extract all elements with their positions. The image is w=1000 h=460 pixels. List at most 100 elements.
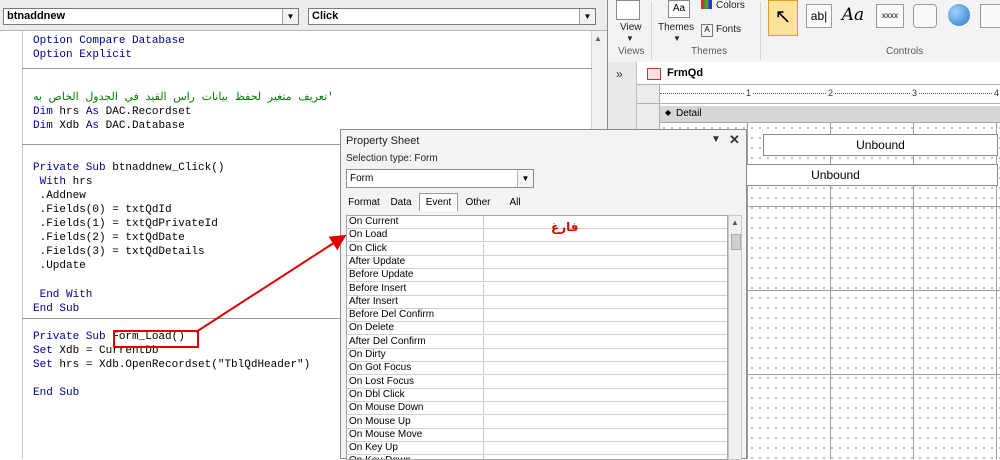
horizontal-ruler: 1 2 3 4 bbox=[660, 85, 1000, 104]
themes-button[interactable]: Themes bbox=[658, 22, 694, 33]
vba-toolbar: btnaddnew ▼ Click ▼ bbox=[0, 0, 607, 31]
tab-other[interactable]: Other bbox=[460, 193, 496, 211]
document-tab[interactable]: FrmQd bbox=[637, 62, 1000, 85]
selection-type: Selection type: Form bbox=[346, 153, 438, 164]
property-row[interactable]: Before Update bbox=[347, 269, 727, 283]
form-load-highlight bbox=[113, 330, 199, 348]
procedure-separator bbox=[22, 68, 592, 69]
scroll-up-icon[interactable]: ▲ bbox=[594, 34, 602, 43]
chevron-down-icon[interactable]: ▼ bbox=[579, 9, 595, 24]
object-combo[interactable]: btnaddnew ▼ bbox=[3, 8, 299, 25]
property-row[interactable]: On Key Up bbox=[347, 442, 727, 456]
tab-event[interactable]: Event bbox=[419, 193, 458, 211]
colors-icon[interactable] bbox=[701, 0, 712, 9]
property-row[interactable]: After Update bbox=[347, 255, 727, 269]
chevron-down-icon[interactable]: ▼ bbox=[282, 9, 298, 24]
unbound-textbox[interactable]: Unbound bbox=[763, 134, 998, 156]
property-name: On Key Up bbox=[349, 442, 484, 455]
themes-icon[interactable]: Aa bbox=[668, 0, 690, 18]
property-name: After Insert bbox=[349, 295, 484, 308]
property-row[interactable]: On Load bbox=[347, 229, 727, 243]
chevron-down-icon[interactable]: ▼ bbox=[517, 170, 533, 187]
property-name: On Load bbox=[349, 229, 484, 242]
code-line: .Fields(3) = txtQdDetails bbox=[33, 246, 205, 258]
select-pointer-icon[interactable]: ↖ bbox=[768, 0, 798, 36]
web-browser-control-icon[interactable] bbox=[980, 4, 1000, 28]
scroll-thumb[interactable] bbox=[731, 234, 741, 250]
tab-control-icon[interactable] bbox=[913, 4, 937, 28]
code-line: Option Compare Database bbox=[33, 35, 185, 47]
expand-chevron-icon[interactable]: » bbox=[616, 67, 623, 81]
tab-data[interactable]: Data bbox=[386, 193, 416, 211]
property-name: On Key Down bbox=[349, 455, 484, 459]
hyperlink-globe-icon[interactable] bbox=[948, 4, 970, 26]
property-name: On Click bbox=[349, 242, 484, 255]
detail-label: Detail bbox=[676, 108, 702, 119]
property-row[interactable]: On Key Down bbox=[347, 455, 727, 459]
property-row[interactable]: On Mouse Move bbox=[347, 428, 727, 442]
controls-group-label: Controls bbox=[886, 46, 924, 57]
property-row[interactable]: After Insert bbox=[347, 295, 727, 309]
code-line: Private Sub btnaddnew_Click() bbox=[33, 162, 225, 174]
detail-section-bar[interactable]: ◆ Detail bbox=[660, 106, 1000, 123]
annotation-empty: فارغ bbox=[551, 220, 579, 234]
form-selector[interactable] bbox=[637, 85, 660, 104]
form-icon bbox=[647, 68, 661, 80]
property-row[interactable]: After Del Confirm bbox=[347, 335, 727, 349]
property-row[interactable]: On Current bbox=[347, 216, 727, 229]
group-divider bbox=[651, 2, 652, 60]
chevron-down-icon[interactable]: ▼ bbox=[626, 34, 634, 43]
chevron-down-icon[interactable]: ▼ bbox=[673, 34, 681, 43]
code-line: End Sub bbox=[33, 303, 80, 315]
close-icon[interactable]: ✕ bbox=[729, 132, 740, 148]
colors-button[interactable]: Colors bbox=[716, 0, 745, 11]
property-name: On Mouse Move bbox=[349, 428, 484, 441]
property-row[interactable]: On Dbl Click bbox=[347, 388, 727, 402]
ruler-mark: 1 bbox=[745, 88, 753, 98]
property-scrollbar[interactable]: ▲ bbox=[728, 215, 742, 460]
section-icon: ◆ bbox=[665, 108, 672, 117]
code-line: .Fields(2) = txtQdDate bbox=[33, 232, 185, 244]
view-button[interactable]: View bbox=[620, 22, 642, 33]
property-name: On Mouse Up bbox=[349, 415, 484, 428]
textbox-control-icon[interactable]: ab| bbox=[806, 4, 832, 28]
procedure-combo[interactable]: Click ▼ bbox=[308, 8, 596, 25]
selection-combo[interactable]: Form ▼ bbox=[346, 169, 534, 188]
property-name: On Dbl Click bbox=[349, 388, 484, 401]
group-divider bbox=[760, 2, 761, 60]
property-row[interactable]: On Delete bbox=[347, 322, 727, 336]
views-group-label: Views bbox=[618, 46, 645, 57]
property-name: Before Insert bbox=[349, 282, 484, 295]
property-name: On Current bbox=[349, 216, 484, 228]
code-line: End Sub bbox=[33, 387, 80, 399]
property-grid: On Current On Load On Click After Update Bef… bbox=[346, 215, 728, 460]
property-row[interactable]: On Dirty bbox=[347, 349, 727, 362]
tab-format[interactable]: Format bbox=[344, 193, 384, 211]
selection-combo-value: Form bbox=[350, 173, 374, 184]
property-row[interactable]: On Mouse Down bbox=[347, 402, 727, 416]
tab-all[interactable]: All bbox=[500, 193, 530, 211]
label-control-icon[interactable]: Aa bbox=[840, 4, 866, 28]
code-margin bbox=[0, 31, 23, 459]
property-row[interactable]: Before Insert bbox=[347, 282, 727, 296]
code-line: .Fields(0) = txtQdId bbox=[33, 204, 172, 216]
procedure-combo-value: Click bbox=[312, 10, 339, 22]
property-name: Before Del Confirm bbox=[349, 309, 484, 322]
property-row[interactable]: On Click bbox=[347, 242, 727, 256]
code-line: Dim hrs As DAC.Recordset bbox=[33, 106, 192, 118]
property-sheet-title: Property Sheet bbox=[346, 135, 420, 147]
scroll-up-icon[interactable]: ▲ bbox=[731, 218, 739, 227]
code-line: Option Explicit bbox=[33, 49, 133, 61]
fonts-icon[interactable]: A bbox=[701, 24, 713, 37]
property-name: On Dirty bbox=[349, 349, 484, 361]
property-row[interactable]: On Got Focus bbox=[347, 362, 727, 376]
property-row[interactable]: On Lost Focus bbox=[347, 375, 727, 389]
fonts-button[interactable]: Fonts bbox=[716, 24, 741, 35]
code-line: Set hrs = Xdb.OpenRecordset("TblQdHeader… bbox=[33, 359, 311, 371]
ruler-mark: 2 bbox=[827, 88, 835, 98]
property-row[interactable]: Before Del Confirm bbox=[347, 309, 727, 323]
dropdown-menu-icon[interactable]: ▼ bbox=[711, 134, 721, 145]
property-row[interactable]: On Mouse Up bbox=[347, 415, 727, 429]
button-control-icon[interactable]: xxxx bbox=[876, 4, 904, 28]
view-icon[interactable] bbox=[616, 0, 640, 20]
